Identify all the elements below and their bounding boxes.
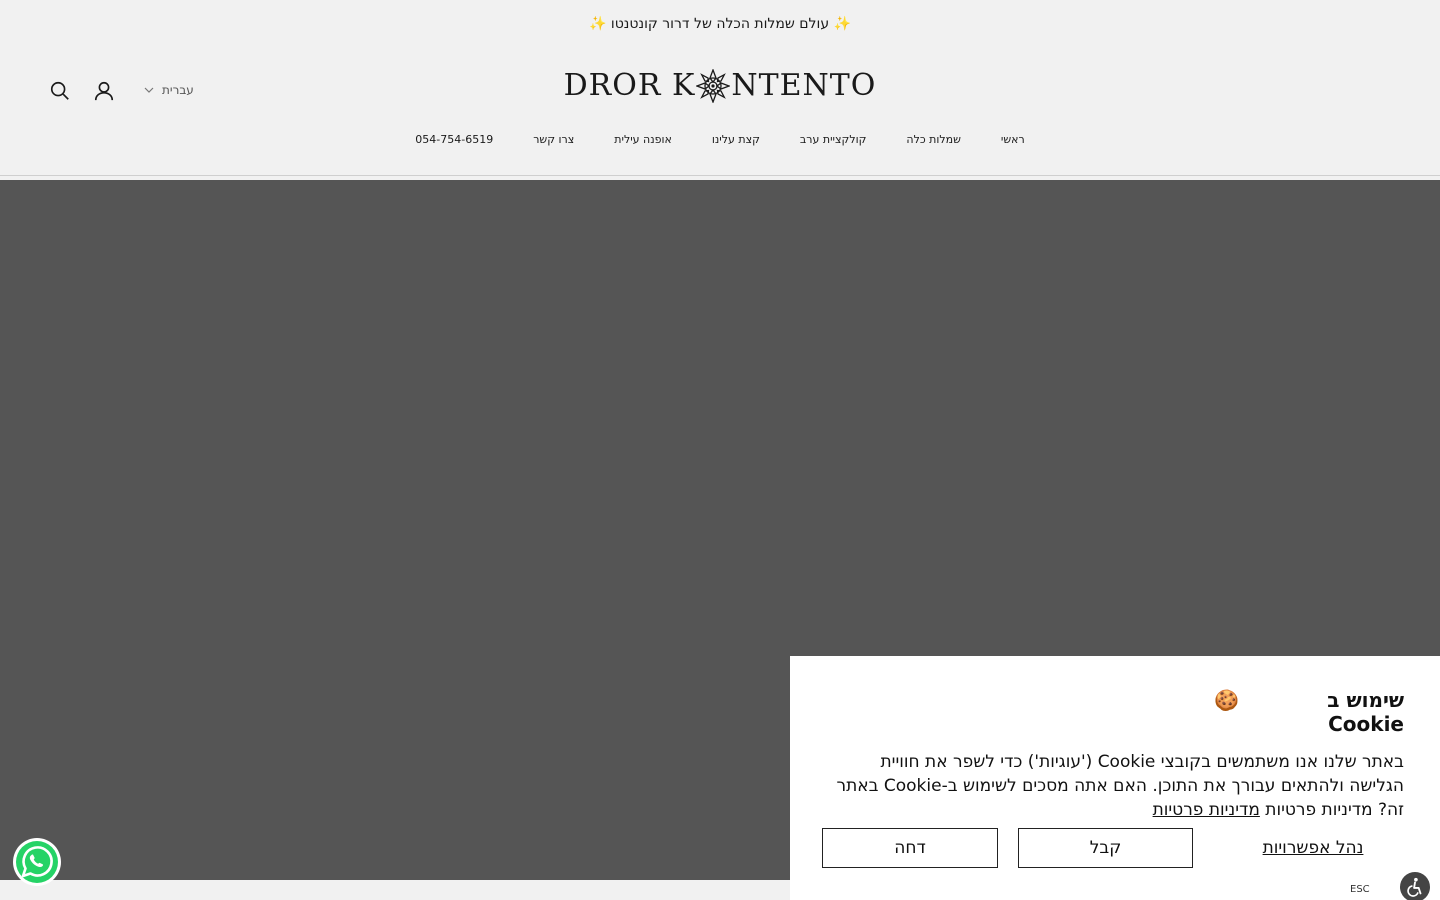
- cookie-consent-banner: 🍪 שימוש ב Cookie באתר שלנו אנו משתמשים ב…: [790, 656, 1440, 900]
- nav-item-home[interactable]: ראשי: [1001, 133, 1025, 146]
- cookie-title: 🍪 שימוש ב Cookie: [1214, 688, 1404, 736]
- logo-text-left: DROR K: [563, 68, 696, 103]
- reject-cookies-button[interactable]: דחה: [822, 828, 998, 868]
- announcement-text: ✨ עולם שמלות הכלה של דרור קונטנטו ✨: [589, 16, 851, 32]
- accept-cookies-button[interactable]: קבל: [1018, 828, 1193, 868]
- main-nav: ראשי שמלות כלה קולקציית ערב קצת עלינו או…: [0, 133, 1440, 146]
- whatsapp-icon: [16, 841, 58, 883]
- esc-label: ESC: [1350, 884, 1370, 895]
- cookie-icon: 🍪: [1214, 688, 1239, 712]
- nav-item-evening-collection[interactable]: קולקציית ערב: [800, 133, 866, 146]
- mandala-logo-icon: [696, 68, 731, 103]
- nav-item-bridal-dresses[interactable]: שמלות כלה: [906, 133, 961, 146]
- header-divider: [0, 175, 1440, 176]
- manage-options-link[interactable]: נהל אפשרויות: [1222, 828, 1404, 868]
- nav-item-haute-couture[interactable]: אופנה עילית: [614, 133, 672, 146]
- site-header: עברית DROR K NTENTO ראשי שמלות כלה קולקצ…: [0, 48, 1440, 175]
- logo-text-right: NTENTO: [731, 68, 877, 103]
- whatsapp-button[interactable]: [13, 838, 61, 886]
- site-logo[interactable]: DROR K NTENTO: [0, 68, 1440, 103]
- accessibility-icon: [1407, 877, 1422, 897]
- cookie-buttons: דחה קבל נהל אפשרויות: [822, 828, 1404, 868]
- cookie-body-text: באתר שלנו אנו משתמשים בקובצי Cookie ('עו…: [836, 752, 1405, 820]
- announcement-bar: ✨ עולם שמלות הכלה של דרור קונטנטו ✨: [0, 0, 1440, 48]
- accessibility-toggle[interactable]: [1400, 872, 1430, 900]
- nav-item-about[interactable]: קצת עלינו: [712, 133, 760, 146]
- privacy-policy-link[interactable]: מדיניות פרטיות: [1153, 800, 1260, 820]
- cookie-body: באתר שלנו אנו משתמשים בקובצי Cookie ('עו…: [822, 750, 1405, 822]
- cookie-title-text: שימוש ב Cookie: [1327, 688, 1404, 736]
- nav-item-contact[interactable]: צרו קשר: [533, 133, 574, 146]
- nav-item-phone[interactable]: 054-754-6519: [415, 133, 493, 146]
